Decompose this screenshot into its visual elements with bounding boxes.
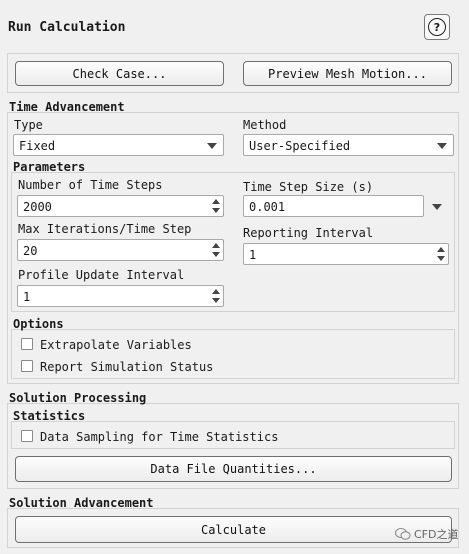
num-time-steps-spinner[interactable]: 2000: [17, 195, 224, 217]
chevron-down-icon: [437, 143, 447, 149]
max-iterations-value: 20: [23, 244, 38, 258]
options-heading: Options: [13, 317, 64, 331]
extrapolate-variables-label[interactable]: Extrapolate Variables: [40, 338, 192, 352]
spin-up-icon[interactable]: [212, 243, 220, 248]
method-label: Method: [243, 118, 287, 132]
data-sampling-checkbox[interactable]: [21, 430, 33, 442]
method-dropdown[interactable]: User-Specified: [243, 134, 454, 156]
help-button[interactable]: ?: [424, 14, 450, 40]
profile-update-label: Profile Update Interval: [18, 268, 185, 282]
data-sampling-label[interactable]: Data Sampling for Time Statistics: [40, 430, 278, 444]
time-step-size-input[interactable]: 0.001: [243, 195, 424, 217]
parameters-heading: Parameters: [13, 160, 86, 174]
chevron-down-icon: [207, 143, 217, 149]
reporting-interval-spinner[interactable]: 1: [243, 243, 449, 265]
extrapolate-variables-checkbox[interactable]: [21, 338, 33, 350]
spin-down-icon[interactable]: [212, 208, 220, 213]
time-step-size-label: Time Step Size (s): [243, 180, 374, 194]
num-time-steps-label: Number of Time Steps: [18, 178, 163, 192]
watermark: CFD之道: [395, 526, 458, 542]
spin-down-icon[interactable]: [212, 298, 220, 303]
profile-update-value: 1: [23, 290, 31, 304]
type-dropdown[interactable]: Fixed: [13, 134, 224, 156]
type-label: Type: [14, 118, 43, 132]
calculate-button[interactable]: Calculate: [15, 516, 452, 543]
panel-title: Run Calculation: [8, 20, 126, 35]
reporting-interval-label: Reporting Interval: [243, 226, 374, 240]
report-simulation-status-label[interactable]: Report Simulation Status: [40, 360, 213, 374]
time-advancement-heading: Time Advancement: [9, 100, 125, 114]
report-simulation-status-checkbox[interactable]: [21, 360, 33, 372]
time-step-size-dropdown-icon[interactable]: [432, 204, 442, 210]
solution-processing-heading: Solution Processing: [9, 391, 147, 405]
max-iterations-spinner[interactable]: 20: [17, 239, 224, 261]
method-value: User-Specified: [249, 139, 351, 153]
type-value: Fixed: [19, 139, 56, 153]
spin-down-icon[interactable]: [437, 256, 445, 261]
statistics-heading: Statistics: [13, 409, 86, 423]
reporting-interval-value: 1: [249, 248, 257, 262]
num-time-steps-value: 2000: [23, 200, 52, 214]
spin-up-icon[interactable]: [212, 199, 220, 204]
profile-update-spinner[interactable]: 1: [17, 285, 224, 307]
preview-mesh-motion-button[interactable]: Preview Mesh Motion...: [243, 61, 452, 86]
data-file-quantities-button[interactable]: Data File Quantities...: [15, 456, 452, 482]
solution-advancement-heading: Solution Advancement: [9, 496, 154, 510]
help-icon: ?: [428, 18, 446, 36]
wechat-icon: [395, 528, 411, 540]
spin-up-icon[interactable]: [437, 247, 445, 252]
spin-down-icon[interactable]: [212, 252, 220, 257]
check-case-button[interactable]: Check Case...: [15, 61, 224, 86]
spin-up-icon[interactable]: [212, 289, 220, 294]
max-iterations-label: Max Iterations/Time Step: [18, 222, 192, 236]
time-step-size-value: 0.001: [249, 200, 286, 214]
watermark-text: CFD之道: [414, 528, 459, 541]
